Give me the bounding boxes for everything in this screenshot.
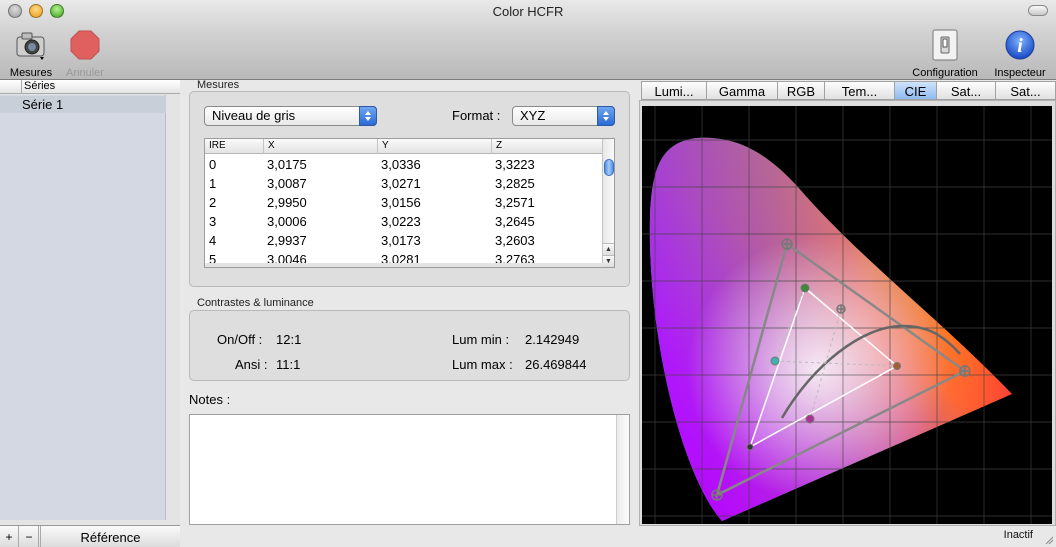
series-header-label: Séries: [21, 80, 181, 94]
resize-grip-icon[interactable]: [1044, 535, 1054, 545]
tab-rgb[interactable]: RGB: [778, 81, 825, 100]
configuration-label: Configuration: [912, 67, 978, 79]
graph-tabs: Lumi... Gamma RGB Tem... CIE Sat... Sat.…: [641, 81, 1056, 100]
cell-y: 3,0271: [381, 176, 421, 191]
popup-arrows-icon: [359, 106, 377, 126]
table-row[interactable]: 1 3,0087 3,0271 3,2825: [205, 174, 603, 193]
remove-series-button[interactable]: −: [20, 526, 39, 547]
measure-type-value: Niveau de gris: [212, 108, 296, 123]
column-header-z[interactable]: Z: [491, 139, 603, 154]
lum-min-label: Lum min :: [452, 332, 510, 347]
inspecteur-button[interactable]: i Inspecteur: [990, 28, 1050, 79]
table-row[interactable]: 3 3,0006 3,0223 3,2645: [205, 212, 603, 231]
series-sidebar: Séries Série 1 + − Référence: [0, 80, 180, 547]
switch-icon: [932, 29, 958, 61]
cell-z: 3,2603: [495, 233, 535, 248]
tab-cie[interactable]: CIE: [895, 81, 937, 100]
cell-y: 3,0223: [381, 214, 421, 229]
status-text: Inactif: [1003, 529, 1033, 541]
annuler-label: Annuler: [66, 67, 104, 79]
tab-gamma[interactable]: Gamma: [707, 81, 778, 100]
info-icon: i: [1005, 30, 1035, 60]
cell-y: 3,0336: [381, 157, 421, 172]
table-row[interactable]: 0 3,0175 3,0336 3,3223: [205, 155, 603, 174]
tab-luminance[interactable]: Lumi...: [641, 81, 707, 100]
window-title: Color HCFR: [492, 4, 564, 19]
cell-ire: 2: [209, 195, 217, 210]
cie-chart[interactable]: [642, 106, 1052, 524]
scroll-down-arrow-icon[interactable]: ▼: [603, 255, 614, 267]
reference-button[interactable]: Référence: [40, 526, 180, 547]
measure-type-select[interactable]: Niveau de gris: [204, 106, 377, 126]
table-row[interactable]: 4 2,9937 3,0173 3,2603: [205, 231, 603, 250]
cell-z: 3,2571: [495, 195, 535, 210]
mesures-group-label: Mesures: [197, 79, 240, 91]
scroll-thumb[interactable]: [604, 159, 614, 176]
tab-temperature[interactable]: Tem...: [825, 81, 895, 100]
tab-saturation-1[interactable]: Sat...: [937, 81, 996, 100]
series-column-header[interactable]: Séries: [0, 80, 180, 94]
configuration-button[interactable]: Configuration: [906, 28, 984, 79]
cell-x: 2,9937: [267, 233, 307, 248]
inspecteur-label: Inspecteur: [994, 67, 1046, 79]
format-label: Format :: [452, 108, 501, 123]
table-row[interactable]: 2 2,9950 3,0156 3,2571: [205, 193, 603, 212]
title-toolbar: Color HCFR Mesures Annuler Configuration…: [0, 0, 1056, 80]
cell-z: 3,3223: [495, 157, 535, 172]
cell-x: 3,0006: [267, 214, 307, 229]
lum-min-value: 2.142949: [525, 332, 580, 347]
cell-x: 3,0087: [267, 176, 307, 191]
measures-table[interactable]: IRE X Y Z 0 3,0175 3,0336 3,3223 1 3,008…: [204, 138, 615, 268]
add-series-button[interactable]: +: [0, 526, 19, 547]
series-list[interactable]: Série 1: [0, 95, 166, 520]
mesures-label: Mesures: [9, 67, 53, 79]
table-body: 0 3,0175 3,0336 3,3223 1 3,0087 3,0271 3…: [205, 155, 603, 267]
notes-scrollbar[interactable]: [616, 415, 629, 524]
table-vertical-scrollbar[interactable]: ▲ ▼: [602, 139, 614, 267]
format-select[interactable]: XYZ: [512, 106, 615, 126]
format-value: XYZ: [520, 108, 546, 123]
cell-ire: 1: [209, 176, 217, 191]
cell-ire: 0: [209, 157, 217, 172]
app-window: Color HCFR Mesures Annuler Configuration…: [0, 0, 1056, 547]
cell-z: 3,2825: [495, 176, 535, 191]
tab-saturation-2[interactable]: Sat...: [996, 81, 1056, 100]
mesures-button[interactable]: Mesures: [8, 28, 54, 79]
camera-icon: [16, 32, 45, 60]
cell-ire: 3: [209, 214, 217, 229]
cell-y: 3,0173: [381, 233, 421, 248]
cell-x: 3,0175: [267, 157, 307, 172]
column-header-x[interactable]: X: [263, 139, 377, 154]
annuler-button[interactable]: Annuler: [62, 28, 108, 79]
cie-diagram: [642, 106, 1052, 524]
cell-y: 3,0156: [381, 195, 421, 210]
cell-x: 2,9950: [267, 195, 307, 210]
notes-label: Notes :: [189, 392, 231, 407]
onoff-value: 12:1: [276, 332, 302, 347]
lum-max-value: 26.469844: [525, 357, 587, 372]
column-header-ire[interactable]: IRE: [205, 139, 263, 154]
series-footer: + − Référence: [0, 525, 180, 547]
table-header: IRE X Y Z: [205, 139, 603, 154]
lum-max-label: Lum max :: [452, 357, 513, 372]
stop-icon: [70, 30, 100, 60]
column-header-y[interactable]: Y: [377, 139, 491, 154]
onoff-label: On/Off :: [217, 332, 263, 347]
series-item[interactable]: Série 1: [0, 96, 166, 113]
svg-text:i: i: [1017, 35, 1023, 57]
table-horizontal-scrollbar[interactable]: [205, 263, 603, 267]
ansi-label: Ansi :: [235, 357, 268, 372]
cell-z: 3,2645: [495, 214, 535, 229]
scroll-up-arrow-icon[interactable]: ▲: [603, 243, 614, 255]
cell-ire: 4: [209, 233, 217, 248]
popup-arrows-icon: [597, 106, 615, 126]
notes-textarea[interactable]: [189, 414, 630, 525]
ansi-value: 11:1: [276, 357, 301, 372]
contrast-group-label: Contrastes & luminance: [197, 297, 314, 309]
